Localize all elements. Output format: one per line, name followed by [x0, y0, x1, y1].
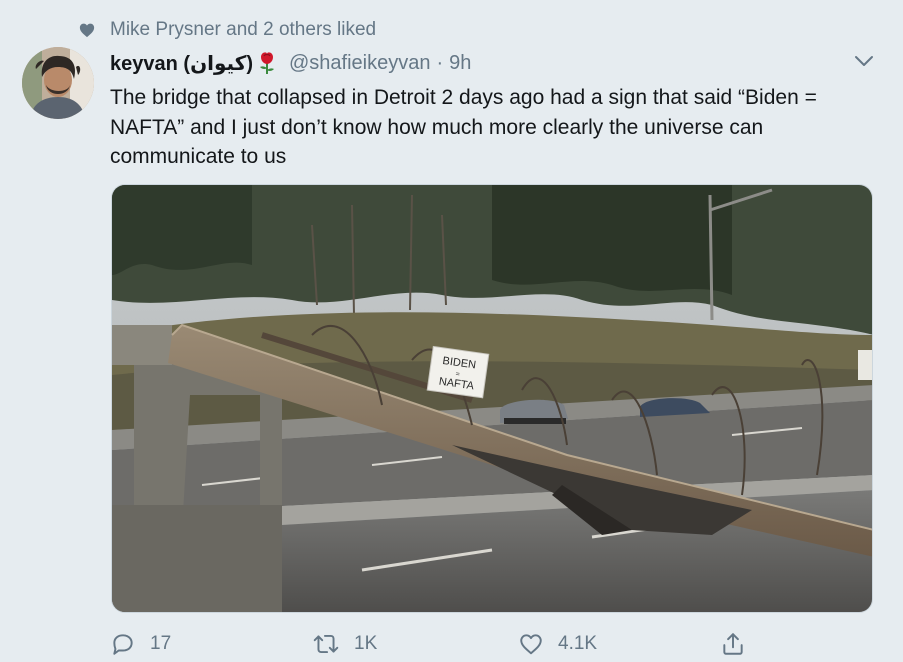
share-icon: [723, 633, 743, 655]
tweet-header: keyvan (كيوان) @shafieikeyvan · 9h: [110, 48, 883, 78]
retweet-count: 1K: [354, 633, 378, 654]
separator-dot: ·: [436, 51, 444, 74]
timestamp[interactable]: 9h: [449, 52, 471, 75]
reply-button[interactable]: 17: [110, 628, 171, 660]
chevron-down-icon[interactable]: [853, 50, 875, 72]
bridge-collapse-photo: BIDEN = NAFTA: [112, 185, 872, 612]
author-handle[interactable]: @shafieikeyvan: [289, 52, 430, 75]
reply-icon: [113, 634, 133, 655]
share-button[interactable]: [720, 628, 760, 660]
heart-icon: [520, 634, 542, 655]
tweet-photo[interactable]: BIDEN = NAFTA: [111, 184, 873, 613]
biden-nafta-sign: BIDEN = NAFTA: [426, 345, 490, 399]
retweet-icon: [313, 634, 339, 654]
tweet-actions: 17 1K 4.1K: [110, 628, 760, 662]
like-button[interactable]: 4.1K: [518, 628, 597, 660]
tweet-card[interactable]: Mike Prysner and 2 others liked keyvan (…: [0, 0, 903, 662]
avatar[interactable]: [22, 47, 94, 119]
author-name[interactable]: keyvan (كيوان): [110, 51, 253, 76]
retweet-button[interactable]: 1K: [312, 628, 377, 660]
social-context: Mike Prysner and 2 others liked: [78, 18, 376, 42]
like-count: 4.1K: [558, 633, 598, 654]
heart-icon: [79, 23, 95, 38]
rose-icon: [257, 51, 277, 75]
social-context-text[interactable]: Mike Prysner and 2 others liked: [110, 19, 376, 41]
tweet-text: The bridge that collapsed in Detroit 2 d…: [110, 86, 817, 168]
avatar-image: [22, 47, 94, 119]
reply-count: 17: [150, 633, 172, 654]
